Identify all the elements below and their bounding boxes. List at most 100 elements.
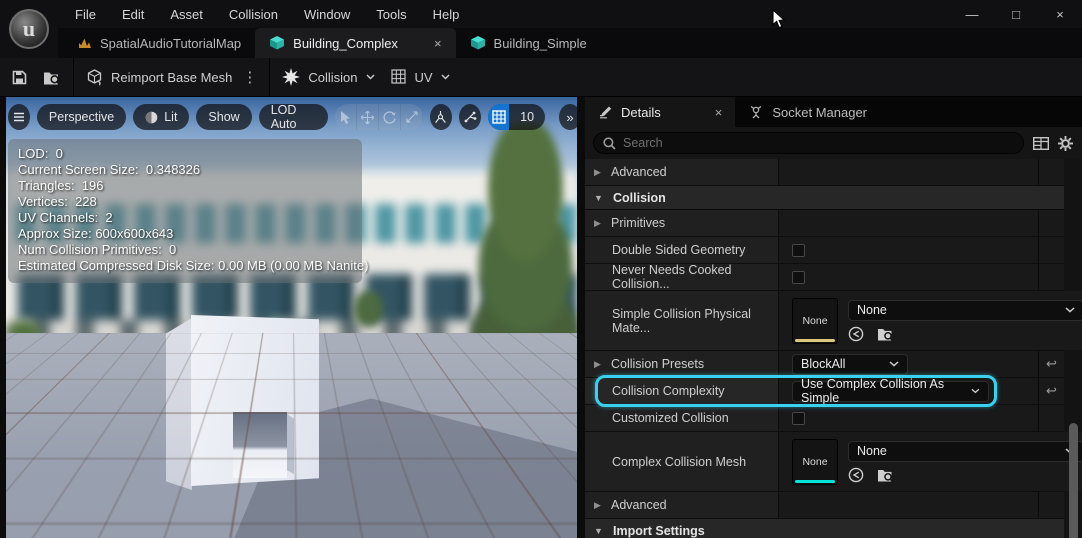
reimport-base-mesh-button[interactable]: Reimport Base Mesh ⋮	[86, 68, 257, 86]
viewport-toolbar: Perspective Lit Show LOD Auto 10	[8, 104, 581, 130]
tab-label: Building_Complex	[293, 36, 398, 51]
menu-asset[interactable]: Asset	[157, 0, 216, 28]
coordinate-space-button[interactable]	[430, 104, 452, 130]
double-sided-geometry-checkbox[interactable]	[792, 244, 805, 257]
physical-material-dropdown[interactable]: None	[848, 300, 1082, 321]
tab-label: SpatialAudioTutorialMap	[100, 36, 241, 51]
collision-presets-dropdown[interactable]: BlockAll	[792, 354, 908, 375]
socket-manager-icon	[748, 105, 764, 119]
move-tool-button[interactable]	[357, 104, 379, 130]
minimize-button[interactable]: —	[950, 7, 994, 22]
viewport-scene[interactable]: LOD: 0 Current Screen Size: 0.348326 Tri…	[6, 97, 577, 538]
search-input[interactable]: Search	[593, 132, 1024, 154]
asset-thumbnail[interactable]: None	[792, 439, 838, 485]
tab-building-complex[interactable]: Building_Complex ×	[255, 28, 455, 58]
details-icon	[598, 105, 613, 119]
property-label: Complex Collision Mesh	[612, 455, 746, 469]
uv-grid-icon	[391, 69, 407, 85]
toolbar-expand-icon[interactable]: »	[559, 104, 581, 130]
tab-label: Building_Simple	[494, 36, 587, 51]
use-selected-asset-icon[interactable]	[848, 467, 864, 483]
tab-details[interactable]: Details ×	[585, 97, 735, 127]
menu-file[interactable]: File	[62, 0, 109, 28]
reset-to-default-icon[interactable]: ↩	[1046, 356, 1057, 372]
static-mesh-building[interactable]	[191, 315, 319, 486]
expand-arrow-icon[interactable]: ▶	[594, 500, 604, 511]
collision-complexity-dropdown[interactable]: Use Complex Collision As Simple	[792, 381, 989, 402]
chevron-down-icon	[971, 388, 980, 394]
menu-edit[interactable]: Edit	[109, 0, 157, 28]
expand-arrow-icon[interactable]: ▶	[594, 218, 604, 229]
asset-thumbnail[interactable]: None	[792, 298, 838, 344]
property-label: Simple Collision Physical Mate...	[612, 307, 778, 335]
static-mesh-icon	[470, 36, 486, 50]
perspective-button[interactable]: Perspective	[37, 104, 126, 130]
static-mesh-icon	[269, 36, 285, 50]
save-button[interactable]	[12, 70, 27, 85]
details-property-list: ▶Advanced ▼ Collision ▶Primitives Double…	[585, 159, 1082, 538]
reimport-label: Reimport Base Mesh	[111, 70, 232, 85]
menu-window[interactable]: Window	[291, 0, 363, 28]
grid-snap-icon[interactable]	[488, 104, 509, 130]
asset-type-underline	[795, 480, 835, 483]
maximize-button[interactable]: □	[994, 7, 1038, 22]
grid-snap-size[interactable]: 10	[509, 110, 545, 124]
browse-asset-icon[interactable]	[877, 327, 894, 341]
snapping-button[interactable]	[459, 104, 481, 130]
category-import-settings[interactable]: ▼ Import Settings	[585, 519, 1064, 538]
row-advanced-bottom[interactable]: ▶Advanced	[585, 492, 1064, 519]
unreal-logo[interactable]: u	[0, 0, 58, 58]
grid-snap-control[interactable]: 10	[488, 104, 545, 130]
rotate-tool-button[interactable]	[379, 104, 401, 130]
details-scrollbar-thumb[interactable]	[1069, 423, 1078, 538]
collapse-arrow-icon[interactable]: ▼	[594, 526, 604, 536]
category-collision[interactable]: ▼ Collision	[585, 186, 1064, 210]
browse-asset-icon[interactable]	[877, 468, 894, 482]
row-primitives[interactable]: ▶ Primitives	[585, 210, 1064, 237]
category-label: Collision	[613, 191, 666, 205]
uv-dropdown-button[interactable]: UV	[391, 69, 450, 85]
collapse-arrow-icon[interactable]: ▼	[594, 193, 604, 203]
use-selected-asset-icon[interactable]	[848, 326, 864, 342]
expand-arrow-icon[interactable]: ▶	[594, 359, 604, 370]
viewport-panel[interactable]: LOD: 0 Current Screen Size: 0.348326 Tri…	[0, 97, 585, 538]
uv-label: UV	[415, 70, 433, 85]
row-collision-presets: ▶Collision Presets BlockAll ↩	[585, 351, 1064, 378]
expand-arrow-icon[interactable]: ▶	[594, 167, 604, 178]
lit-mode-button[interactable]: Lit	[133, 104, 189, 130]
display-filter-icon[interactable]	[1033, 137, 1049, 150]
static-mesh-side-face	[166, 318, 192, 490]
lod-auto-button[interactable]: LOD Auto	[259, 104, 329, 130]
row-advanced-top[interactable]: ▶ Advanced	[585, 159, 1064, 186]
tab-label: Details	[621, 105, 661, 120]
reimport-options-icon[interactable]: ⋮	[242, 68, 257, 86]
tab-socket-manager[interactable]: Socket Manager	[735, 97, 880, 127]
row-collision-complexity: Collision Complexity Use Complex Collisi…	[585, 378, 1064, 405]
tab-spatial-audio-tutorial-map[interactable]: SpatialAudioTutorialMap	[64, 28, 255, 58]
show-menu-button[interactable]: Show	[196, 104, 251, 130]
never-needs-cooked-collision-checkbox[interactable]	[792, 271, 805, 284]
menu-bar: File Edit Asset Collision Window Tools H…	[0, 0, 1082, 28]
customized-collision-checkbox[interactable]	[792, 412, 805, 425]
complex-collision-mesh-dropdown[interactable]: None	[848, 441, 1082, 462]
close-tab-icon[interactable]: ×	[434, 36, 442, 51]
viewport-options-menu-button[interactable]	[8, 104, 30, 130]
doorway-opening	[233, 412, 287, 478]
mesh-stats-overlay: LOD: 0 Current Screen Size: 0.348326 Tri…	[8, 139, 362, 283]
property-label: Advanced	[611, 165, 667, 179]
collision-dropdown-button[interactable]: Collision	[282, 68, 374, 86]
close-tab-icon[interactable]: ×	[715, 105, 723, 120]
settings-gear-icon[interactable]	[1058, 136, 1073, 151]
close-button[interactable]: ×	[1038, 7, 1082, 22]
reset-to-default-icon[interactable]: ↩	[1046, 383, 1057, 399]
select-tool-button[interactable]	[335, 104, 357, 130]
collision-label: Collision	[308, 70, 357, 85]
chevron-down-icon	[366, 74, 375, 80]
browse-to-asset-button[interactable]	[43, 70, 61, 85]
menu-collision[interactable]: Collision	[216, 0, 291, 28]
tab-building-simple[interactable]: Building_Simple	[456, 28, 601, 58]
menu-tools[interactable]: Tools	[363, 0, 419, 28]
scale-tool-button[interactable]	[401, 104, 423, 130]
property-label: Primitives	[611, 216, 665, 230]
menu-help[interactable]: Help	[420, 0, 473, 28]
